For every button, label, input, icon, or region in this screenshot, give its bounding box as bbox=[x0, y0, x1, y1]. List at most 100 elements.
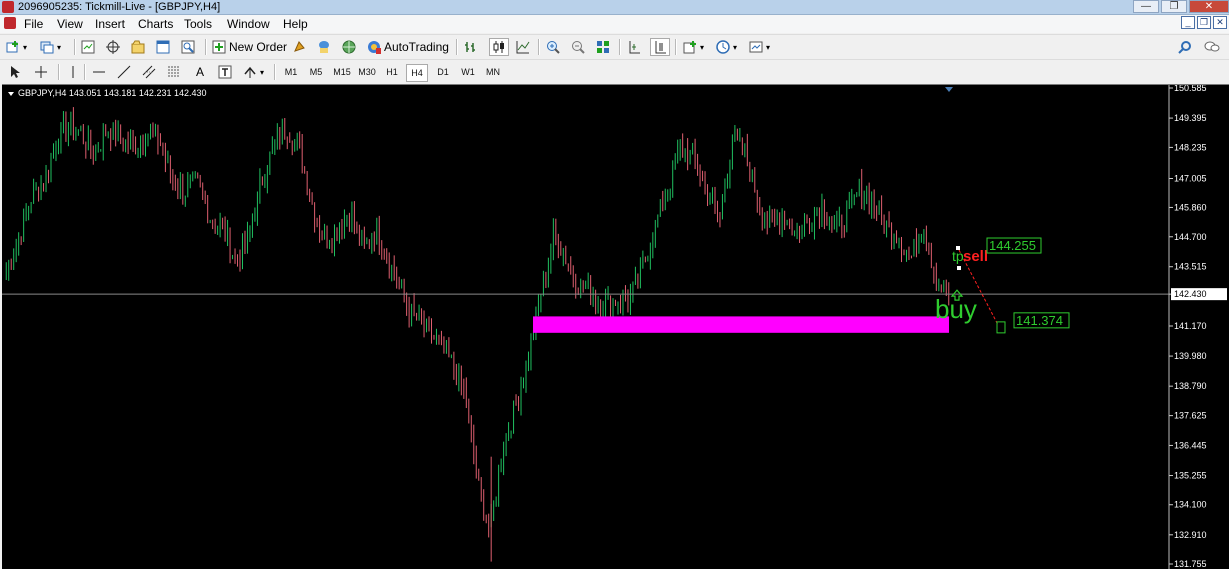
price-tick-label: 137.625 bbox=[1174, 411, 1207, 421]
maximize-button[interactable]: ❐ bbox=[1161, 0, 1187, 13]
templates-button[interactable]: ▾ bbox=[749, 38, 770, 56]
menu-charts[interactable]: Charts bbox=[138, 16, 173, 32]
line-chart-icon bbox=[516, 40, 530, 54]
fibonacci-button[interactable] bbox=[167, 63, 181, 81]
vertical-line-button[interactable] bbox=[66, 63, 80, 81]
zoom-in-button[interactable] bbox=[546, 38, 560, 56]
chat-button[interactable] bbox=[1204, 38, 1220, 56]
mdi-close-button[interactable]: ✕ bbox=[1213, 16, 1227, 29]
community-button[interactable] bbox=[342, 38, 356, 56]
chart-shift-button[interactable] bbox=[627, 38, 641, 56]
terminal-icon bbox=[156, 40, 170, 54]
timeframe-mn[interactable]: MN bbox=[482, 64, 504, 80]
support-zone-rectangle[interactable] bbox=[533, 316, 949, 333]
line-studies-toolbar: A ▾ M1 M5 M15 M30 H1 H4 D1 W1 MN bbox=[0, 59, 1229, 84]
menu-tools[interactable]: Tools bbox=[184, 16, 212, 32]
horizontal-line-button[interactable] bbox=[92, 63, 106, 81]
trade-annotations: tp sellbuy144.255141.374 bbox=[935, 87, 1070, 334]
crosshair-tool-button[interactable] bbox=[34, 63, 48, 81]
metaeditor-button[interactable] bbox=[317, 38, 331, 56]
signals-button[interactable] bbox=[292, 38, 306, 56]
cursor-tool-button[interactable] bbox=[8, 63, 22, 81]
tile-windows-button[interactable] bbox=[596, 38, 610, 56]
timeframe-m30[interactable]: M30 bbox=[356, 64, 378, 80]
crosshair-icon bbox=[34, 65, 48, 79]
market-watch-icon bbox=[81, 40, 95, 54]
terminal-button[interactable] bbox=[156, 38, 170, 56]
navigator-icon bbox=[131, 40, 145, 54]
trendline-icon bbox=[117, 65, 131, 79]
entry-marker bbox=[957, 266, 961, 271]
price-tick-label: 145.860 bbox=[1174, 202, 1207, 212]
close-button[interactable]: ✕ bbox=[1189, 0, 1229, 13]
price-scale: 150.585 149.395 148.235 147.005 145.860 144.7… bbox=[1168, 85, 1229, 569]
strategy-tester-button[interactable] bbox=[181, 38, 195, 56]
autotrading-label: AutoTrading bbox=[384, 40, 449, 54]
candles-layer bbox=[5, 107, 950, 562]
arrows-button[interactable]: ▾ bbox=[243, 63, 264, 81]
timeframe-d1[interactable]: D1 bbox=[432, 64, 454, 80]
price-tick-label: 132.910 bbox=[1174, 530, 1207, 540]
line-chart-button[interactable] bbox=[516, 38, 530, 56]
new-chart-button[interactable]: ▾ bbox=[6, 38, 27, 56]
text-label-button[interactable] bbox=[218, 63, 232, 81]
fibonacci-icon bbox=[167, 65, 181, 79]
standard-toolbar: ▾ ▾ New Order AutoTrading ▾ ▾ ▾ bbox=[0, 34, 1229, 59]
profiles-icon bbox=[40, 40, 54, 54]
menu-help[interactable]: Help bbox=[283, 16, 308, 32]
title-bar: 2096905235: Tickmill-Live - [GBPJPY,H4] … bbox=[0, 0, 1229, 15]
new-order-icon bbox=[212, 40, 226, 54]
minimize-button[interactable]: — bbox=[1133, 0, 1159, 13]
sell-price-label: 144.255 bbox=[989, 238, 1036, 253]
timeframe-h1[interactable]: H1 bbox=[381, 64, 403, 80]
menu-bar: File View Insert Charts Tools Window Hel… bbox=[0, 15, 1229, 33]
price-chart[interactable]: 150.585 149.395 148.235 147.005 145.860 144.7… bbox=[2, 85, 1229, 569]
price-tick-label: 149.395 bbox=[1174, 113, 1207, 123]
timeframe-m1[interactable]: M1 bbox=[280, 64, 302, 80]
vertical-line-icon bbox=[66, 65, 80, 79]
new-order-button[interactable]: New Order bbox=[212, 38, 287, 56]
profiles-button[interactable]: ▾ bbox=[40, 38, 61, 56]
menu-window[interactable]: Window bbox=[227, 16, 270, 32]
market-watch-button[interactable] bbox=[81, 38, 95, 56]
zoom-out-icon bbox=[571, 40, 585, 54]
zoom-out-button[interactable] bbox=[571, 38, 585, 56]
price-tick-label: 150.585 bbox=[1174, 85, 1207, 93]
timeframe-h4[interactable]: H4 bbox=[406, 64, 428, 82]
mdi-restore-button[interactable]: ❐ bbox=[1197, 16, 1211, 29]
price-tick-label: 138.790 bbox=[1174, 381, 1207, 391]
search-button[interactable] bbox=[1178, 38, 1192, 56]
mdi-minimize-button[interactable]: _ bbox=[1181, 16, 1195, 29]
timeframe-m5[interactable]: M5 bbox=[305, 64, 327, 80]
sell-label: sell bbox=[963, 248, 988, 265]
price-tick-label: 144.700 bbox=[1174, 232, 1207, 242]
navigator-button[interactable] bbox=[131, 38, 145, 56]
chart-symbol-quote: GBPJPY,H4 143.051 143.181 142.231 142.43… bbox=[18, 88, 207, 98]
timeframe-w1[interactable]: W1 bbox=[457, 64, 479, 80]
menu-insert[interactable]: Insert bbox=[95, 16, 125, 32]
chart-window-icon[interactable] bbox=[4, 17, 16, 29]
tp-price-label: 141.374 bbox=[1016, 313, 1063, 328]
periods-button[interactable]: ▾ bbox=[716, 38, 737, 56]
thumbs-arrow-icon bbox=[243, 65, 257, 79]
autotrading-button[interactable]: AutoTrading bbox=[367, 38, 449, 56]
indicators-button[interactable]: ▾ bbox=[683, 38, 704, 56]
bar-chart-button[interactable] bbox=[464, 38, 478, 56]
auto-scroll-button[interactable] bbox=[650, 38, 670, 56]
price-tick-label: 143.515 bbox=[1174, 262, 1207, 272]
candlestick-button[interactable] bbox=[489, 38, 509, 56]
menu-view[interactable]: View bbox=[57, 16, 83, 32]
chart-window[interactable]: 150.585 149.395 148.235 147.005 145.860 144.7… bbox=[2, 84, 1229, 569]
window-controls: — ❐ ✕ bbox=[1131, 0, 1229, 14]
magnifier-chart-icon bbox=[181, 40, 195, 54]
new-chart-icon bbox=[6, 40, 20, 54]
data-window-button[interactable] bbox=[106, 38, 120, 56]
dropdown-triangle-icon bbox=[8, 91, 14, 96]
channel-button[interactable] bbox=[142, 63, 156, 81]
trendline-button[interactable] bbox=[117, 63, 131, 81]
chat-icon bbox=[1204, 40, 1220, 54]
menu-file[interactable]: File bbox=[24, 16, 43, 32]
chart-shift-marker[interactable] bbox=[945, 87, 953, 92]
timeframe-m15[interactable]: M15 bbox=[331, 64, 353, 80]
text-tool-button[interactable]: A bbox=[193, 63, 207, 81]
